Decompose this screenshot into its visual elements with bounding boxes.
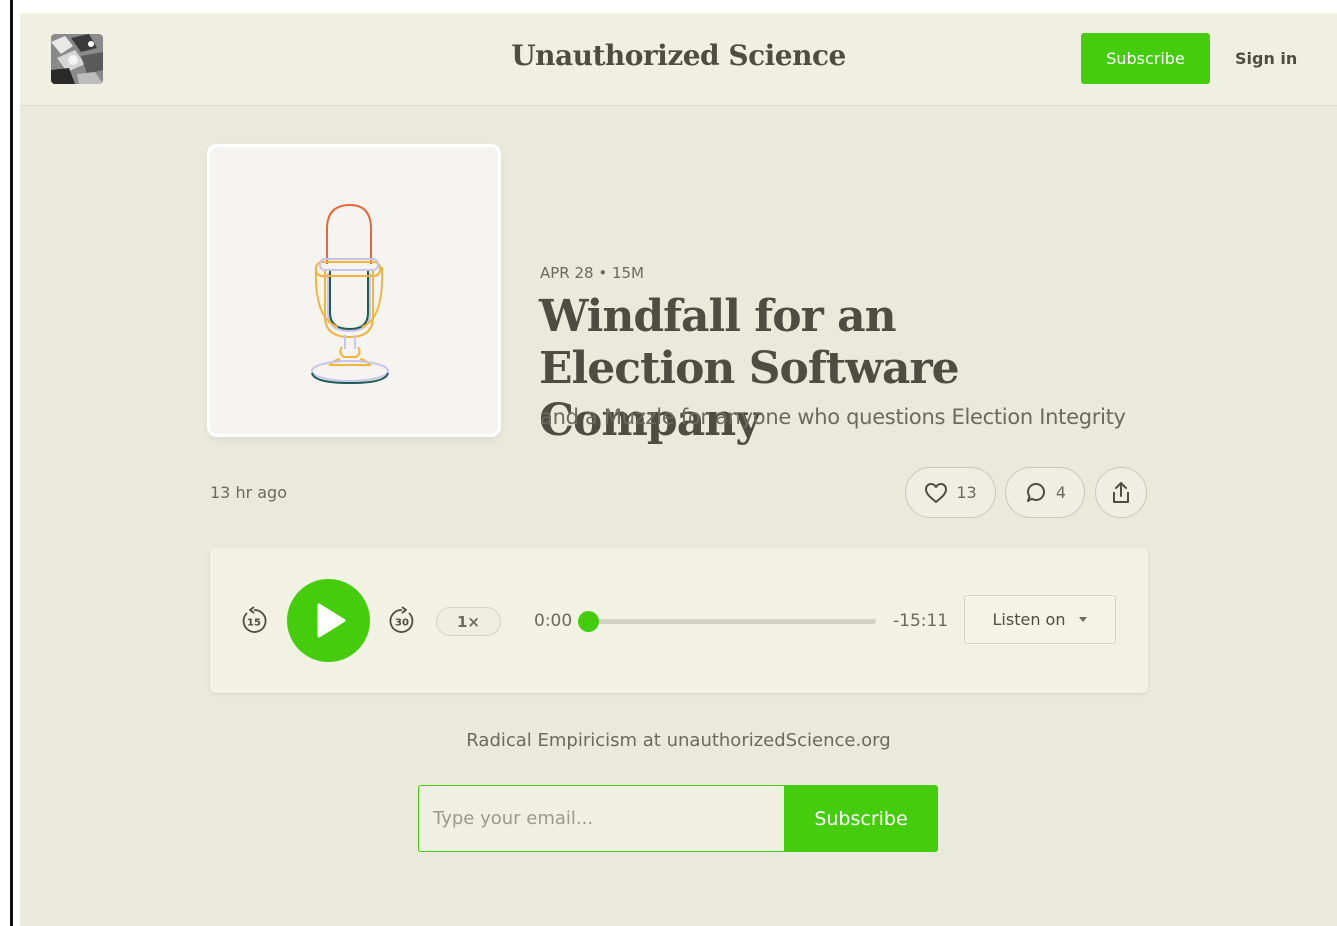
- current-time: 0:00: [534, 611, 573, 631]
- remaining-time: -15:11: [893, 611, 949, 631]
- episode-cover: [210, 147, 498, 434]
- sign-in-link[interactable]: Sign in: [1235, 49, 1297, 68]
- like-button[interactable]: 13: [905, 467, 996, 518]
- play-icon: [317, 603, 346, 638]
- playback-speed-button[interactable]: 1×: [436, 607, 501, 636]
- listen-on-dropdown[interactable]: Listen on: [964, 595, 1116, 644]
- audio-player: 15 30 1× 0:00 -15:11 Listen on: [210, 548, 1148, 693]
- listen-on-label: Listen on: [992, 610, 1066, 629]
- email-input[interactable]: [418, 785, 784, 852]
- caret-down-icon: [1079, 617, 1088, 622]
- comments-button[interactable]: 4: [1005, 467, 1085, 518]
- skip-forward-button[interactable]: 30: [387, 606, 417, 636]
- heart-icon: [925, 482, 948, 503]
- share-button[interactable]: [1095, 467, 1147, 518]
- rewind-icon: 15: [242, 606, 267, 633]
- like-count: 13: [956, 483, 977, 502]
- window-edge: [10, 0, 13, 926]
- skip-forward-label: 30: [395, 618, 409, 629]
- post-meta: APR 28 • 15M: [540, 264, 644, 282]
- progress-track[interactable]: [578, 611, 876, 632]
- progress-knob[interactable]: [578, 611, 599, 632]
- form-subscribe-button[interactable]: Subscribe: [784, 785, 938, 852]
- publication-tagline: Radical Empiricism at unauthorizedScienc…: [466, 730, 891, 751]
- post-page: Unauthorized Science Subscribe Sign in A…: [20, 13, 1337, 926]
- comment-count: 4: [1055, 483, 1067, 502]
- share-icon: [1113, 481, 1129, 503]
- site-header: Unauthorized Science Subscribe Sign in: [20, 13, 1337, 106]
- fast-forward-icon: 30: [389, 606, 414, 633]
- microphone-icon: [311, 203, 389, 385]
- header-subscribe-button[interactable]: Subscribe: [1081, 33, 1210, 84]
- browser-viewport: Unauthorized Science Subscribe Sign in A…: [0, 0, 1337, 926]
- skip-back-label: 15: [247, 618, 261, 629]
- comment-bubble-icon: [1026, 482, 1045, 502]
- play-button[interactable]: [287, 579, 370, 662]
- post-subtitle: and a Muzzle for anyone who questions El…: [540, 405, 1126, 429]
- email-signup-form: Subscribe: [418, 785, 938, 852]
- post-timestamp: 13 hr ago: [210, 483, 287, 502]
- skip-back-button[interactable]: 15: [239, 606, 269, 636]
